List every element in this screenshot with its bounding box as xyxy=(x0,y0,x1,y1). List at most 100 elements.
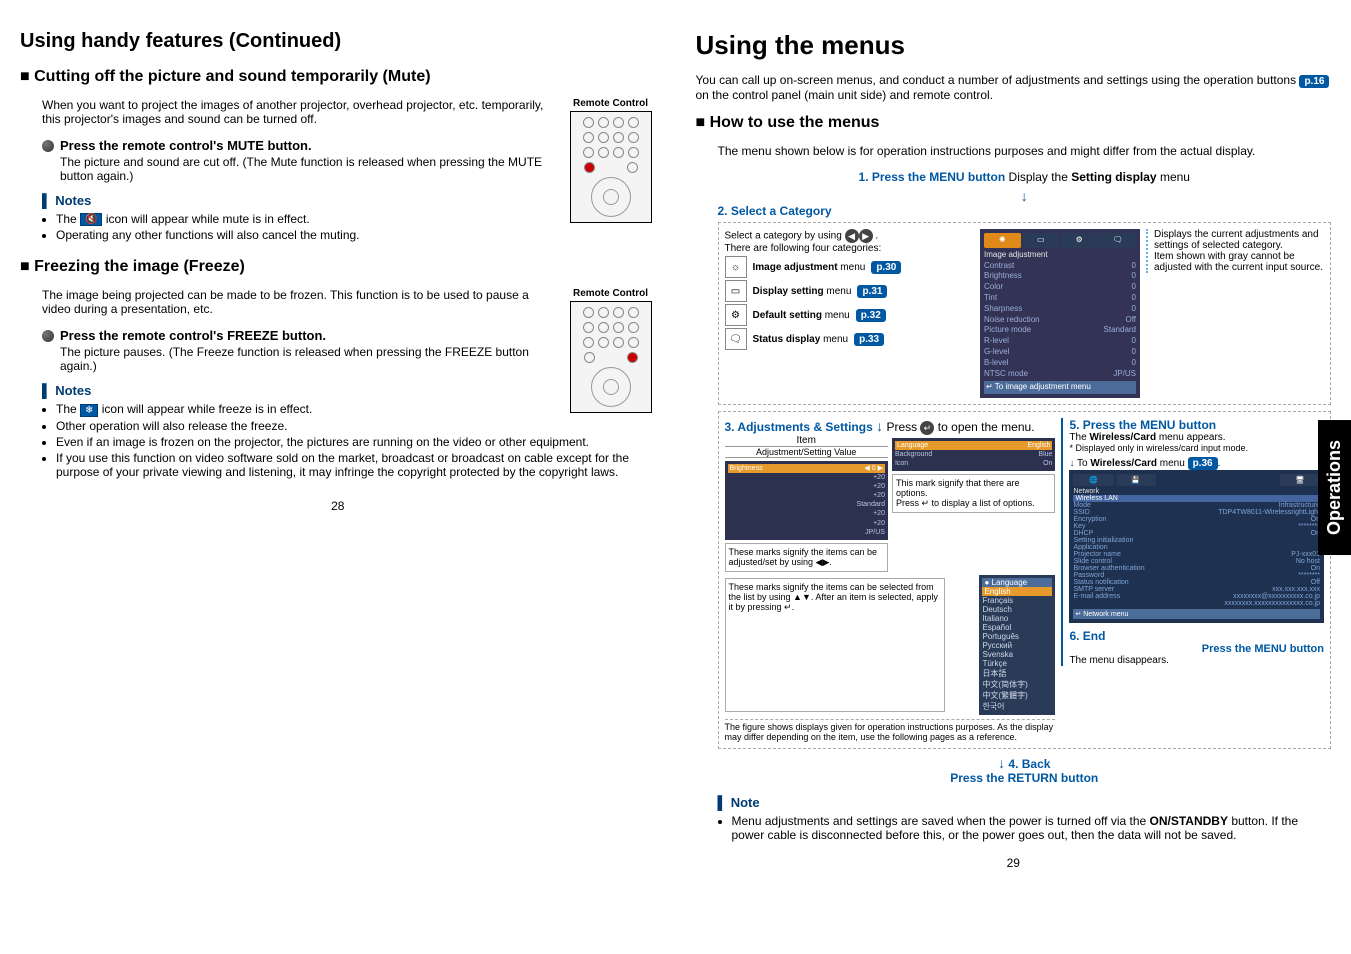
menu-row: Application xyxy=(1073,544,1320,551)
page-ref[interactable]: p.31 xyxy=(857,285,887,298)
menu-row: Key******** xyxy=(1073,523,1320,530)
freeze-step-title: Press the remote control's FREEZE button… xyxy=(60,328,326,343)
menu-row: IconOn xyxy=(895,459,1052,468)
annotation-list: These marks signify the items can be sel… xyxy=(725,578,946,712)
freeze-heading: Freezing the image (Freeze) xyxy=(20,258,656,276)
right-note-body: Menu adjustments and settings are saved … xyxy=(732,814,1332,842)
freeze-icon: ❄ xyxy=(80,404,98,417)
remote-illustration xyxy=(570,301,652,413)
menu-row: SSIDTDP4TW8011-WirelessrightLight xyxy=(1073,509,1320,516)
side-tab-operations: Operations xyxy=(1318,420,1351,555)
mute-icon: 🔇 xyxy=(80,213,102,226)
item-label: Item xyxy=(725,435,888,447)
list-value: +20 xyxy=(728,519,885,528)
menu-row: SMTP serverxxx.xxx.xxx.xxx xyxy=(1073,586,1320,593)
menu-row: Password******** xyxy=(1073,572,1320,579)
freeze-notes-title: Notes xyxy=(42,383,656,398)
category-icon: ⚙ xyxy=(725,304,747,326)
language-option: Türkçe xyxy=(982,659,1052,668)
card-icon: 💾 xyxy=(1116,474,1156,486)
howto-body: The menu shown below is for operation in… xyxy=(718,144,1332,158)
pc-icon: 🖥 xyxy=(1280,474,1320,486)
remote-label: Remote Control xyxy=(566,98,656,109)
menu-row: BackgroundBlue xyxy=(895,450,1052,459)
language-option: 中文(简体字) xyxy=(982,679,1052,690)
menu-row: ModeInfrastructure xyxy=(1073,502,1320,509)
category-item: ⚙Default setting menup.32 xyxy=(725,304,975,326)
menu-row: EncryptionOn xyxy=(1073,516,1320,523)
list-value: +20 xyxy=(728,509,885,518)
step2-select-line: Select a category by using ◀▶ ◀▶.. xyxy=(725,229,975,243)
left-title: Using handy features (Continued) xyxy=(20,30,656,53)
page-ref-16[interactable]: p.16 xyxy=(1299,75,1329,88)
mute-heading: Cutting off the picture and sound tempor… xyxy=(20,68,656,86)
freeze-step: Press the remote control's FREEZE button… xyxy=(42,328,556,343)
step1: 1. Press the MENU button Display the Set… xyxy=(718,170,1332,184)
step-bullet-icon xyxy=(42,330,54,342)
list-value: Standard xyxy=(728,500,885,509)
mute-step: Press the remote control's MUTE button. xyxy=(42,138,556,153)
menu-row: R-level0 xyxy=(984,336,1136,347)
left-page: Using handy features (Continued) Cutting… xyxy=(20,20,656,870)
freeze-note-3: Even if an image is frozen on the projec… xyxy=(56,435,656,449)
category-icon: ☼ xyxy=(725,256,747,278)
language-option: 日本語 xyxy=(982,668,1052,679)
freeze-note-4: If you use this function on video softwa… xyxy=(56,451,656,479)
left-arrow-icon: ◀ xyxy=(845,229,859,243)
step3-disclaimer: The figure shows displays given for oper… xyxy=(725,719,1056,742)
right-title: Using the menus xyxy=(696,30,1332,61)
language-option: English xyxy=(982,587,1052,596)
mute-step-title: Press the remote control's MUTE button. xyxy=(60,138,312,153)
language-dropdown: ● Language EnglishFrançaisDeutschItalian… xyxy=(979,575,1055,715)
right-intro: You can call up on-screen menus, and con… xyxy=(696,73,1332,102)
enter-icon: ↵ xyxy=(920,421,934,435)
howto-heading: How to use the menus xyxy=(696,114,1332,132)
menu-row: G-level0 xyxy=(984,347,1136,358)
language-option: 中文(繁體字) xyxy=(982,690,1052,701)
step6-press: Press the MENU button xyxy=(1069,643,1324,655)
menu-row: Brightness0 xyxy=(984,271,1136,282)
tab-image-icon: ✺ xyxy=(984,233,1021,248)
language-option: Русский xyxy=(982,641,1052,650)
step3-diagram: 3. Adjustments & Settings ↓ Press ↵ to o… xyxy=(718,411,1332,749)
menu-row: Contrast0 xyxy=(984,261,1136,272)
language-option: Português xyxy=(982,632,1052,641)
adj-label: Adjustment/Setting Value xyxy=(725,447,888,458)
mute-intro: When you want to project the images of a… xyxy=(42,98,656,126)
language-option: Deutsch xyxy=(982,605,1052,614)
annotation-adjust: These marks signify the items can be adj… xyxy=(725,543,888,572)
remote-illustration xyxy=(570,111,652,223)
step2-title: 2. Select a Category xyxy=(718,204,1332,218)
menu-row: Slide controlNo host xyxy=(1073,558,1320,565)
menu-row: xxxxxxxx.xxxxxxxxxxxxxx.co.jp xyxy=(1073,600,1320,607)
category-icon: ▭ xyxy=(725,280,747,302)
right-note-title: Note xyxy=(718,795,1332,810)
page-number-right: 29 xyxy=(696,856,1332,870)
freeze-note-2: Other operation will also release the fr… xyxy=(56,419,656,433)
net-icon: 🌐 xyxy=(1073,474,1113,486)
page-ref[interactable]: p.33 xyxy=(854,333,884,346)
step2-cats-intro: There are following four categories: xyxy=(725,243,975,254)
menu-row: Projector namePJ-xxx01 xyxy=(1073,551,1320,558)
step4: ↓ 4. Back Press the RETURN button xyxy=(718,755,1332,785)
list-value: +20 xyxy=(728,482,885,491)
page-ref[interactable]: p.32 xyxy=(856,309,886,322)
adjust-screenshot: Brightness ◀ 0 ▶ +20+20+20Standard+20+20… xyxy=(725,461,888,540)
page-ref[interactable]: p.30 xyxy=(871,261,901,274)
menu-row: Noise reductionOff xyxy=(984,315,1136,326)
menu-row: Browser authenticationOn xyxy=(1073,565,1320,572)
menu-row: Picture modeStandard xyxy=(984,325,1136,336)
step6-title: 6. End xyxy=(1069,629,1324,643)
annotation-options: This mark signify that there are options… xyxy=(892,474,1055,513)
page-ref-36[interactable]: p.36 xyxy=(1188,457,1218,470)
menu-row: E-mail addressxxxxxxxx@xxxxxxxxxx.co.jp xyxy=(1073,593,1320,600)
remote-control-freeze: Remote Control xyxy=(566,288,656,415)
language-option: Svenska xyxy=(982,650,1052,659)
wireless-screenshot: 🌐 💾 🖥 Network Wireless LAN ModeInfrastru… xyxy=(1069,470,1324,623)
list-value: JP/US xyxy=(728,528,885,537)
category-item: ▭Display setting menup.31 xyxy=(725,280,975,302)
step3-title: 3. Adjustments & Settings ↓ Press ↵ to o… xyxy=(725,418,1056,435)
tab-status-icon: 🗨 xyxy=(1100,233,1137,248)
lang-screenshot: Language English BackgroundBlueIconOn xyxy=(892,438,1055,471)
menu-row: Status notificationOff xyxy=(1073,579,1320,586)
